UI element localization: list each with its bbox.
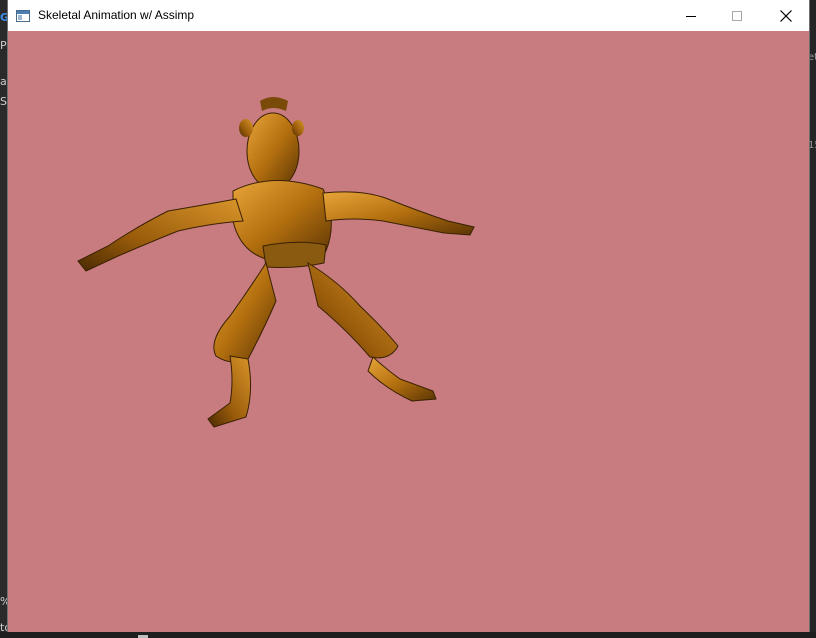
background-app-left-edge: G Pr av S % to: [0, 0, 13, 638]
background-text-fragment: et: [808, 52, 816, 63]
background-text-fragment: S: [0, 95, 7, 108]
background-app-right-edge: et 15: [808, 0, 816, 638]
desktop: G Pr av S % to et 15 Skeletal Animation …: [0, 0, 816, 638]
app-window: Skeletal Animation w/ Assimp: [8, 0, 809, 632]
window-title: Skeletal Animation w/ Assimp: [38, 8, 195, 22]
character-model: [77, 97, 475, 428]
close-icon: [780, 9, 792, 22]
render-viewport[interactable]: [8, 31, 809, 632]
title-bar[interactable]: Skeletal Animation w/ Assimp: [8, 0, 809, 31]
app-window-icon[interactable]: [16, 9, 30, 22]
close-button[interactable]: [763, 0, 809, 31]
taskbar-edge: [0, 632, 816, 638]
background-text-fragment: 15: [808, 140, 816, 151]
maximize-button[interactable]: [714, 0, 760, 31]
maximize-icon: [732, 10, 742, 21]
minimize-button[interactable]: [668, 0, 714, 31]
minimize-icon: [686, 15, 696, 17]
